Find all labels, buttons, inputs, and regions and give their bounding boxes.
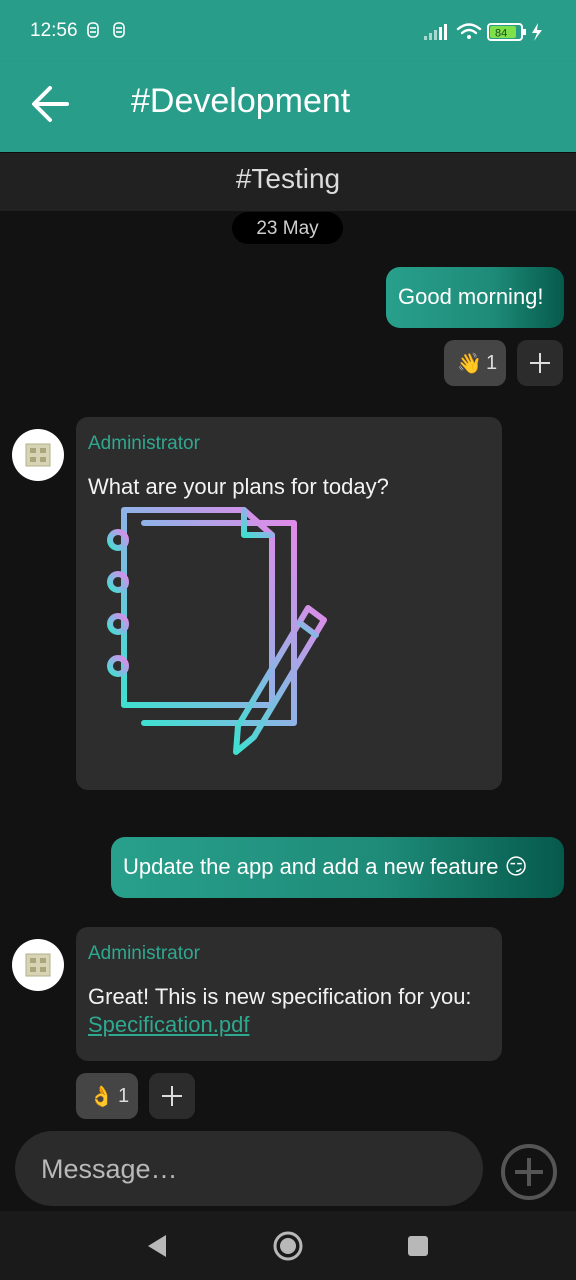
reaction-emoji: 👋 [457,353,482,375]
reaction-count: 1 [118,1085,130,1107]
nav-back-icon[interactable] [140,1229,174,1263]
status-icons: 84 [424,23,542,41]
outgoing-message[interactable]: Good morning! [386,267,564,328]
message-text: What are your plans for today? [88,474,389,499]
thread-title: #Testing [235,163,341,194]
message-body: Great! This is new specification for you… [88,983,488,1039]
date-separator: 23 May [232,212,343,244]
signal-icon [424,24,447,40]
status-time: 12:56 [30,20,78,41]
reaction-chip[interactable]: 👋 1 [444,340,506,386]
outgoing-message[interactable]: Update the app and add a new feature 😏 [111,837,564,898]
circle-plus-icon[interactable] [499,1142,559,1202]
sim-icon [113,22,125,38]
thread-subheader[interactable]: #Testing [0,153,576,211]
avatar-icon [25,443,51,467]
add-reaction-button[interactable] [517,340,563,386]
message-composer[interactable] [15,1131,483,1206]
sim-icon [87,22,99,38]
system-nav-bar [0,1211,576,1280]
channel-title: #Development [131,82,351,120]
charging-icon [532,23,542,41]
nav-home-icon[interactable] [271,1229,305,1263]
reaction-count: 1 [486,352,498,374]
message-text: Good morning! [398,284,544,309]
sender-name: Administrator [88,433,200,454]
reaction-emoji: 👌 [89,1086,114,1108]
avatar-icon [25,953,51,977]
battery-level: 84 [495,28,507,40]
attachment-link[interactable]: Specification.pdf [88,1012,249,1037]
message-input[interactable] [39,1149,463,1189]
incoming-message[interactable]: Administrator Great! This is new specifi… [76,927,502,1061]
reaction-chip[interactable]: 👌 1 [76,1073,138,1119]
notepad-with-pencil-icon[interactable] [104,505,334,760]
back-arrow-icon[interactable] [30,84,70,124]
plus-icon [162,1086,182,1106]
message-text: Update the app and add a new feature 😏 [123,854,528,879]
wifi-icon [456,23,482,39]
nav-recents-icon[interactable] [401,1229,435,1263]
add-reaction-button[interactable] [149,1073,195,1119]
avatar[interactable] [12,429,64,481]
battery-icon: 84 [487,23,526,41]
incoming-message[interactable]: Administrator What are your plans for to… [76,417,502,790]
message-text: Great! This is new specification for you… [88,984,472,1009]
sender-name: Administrator [88,943,200,964]
status-bar: 12:56 84 [0,0,576,62]
app-bar: #Development [0,62,576,152]
plus-icon [530,353,550,373]
avatar[interactable] [12,939,64,991]
